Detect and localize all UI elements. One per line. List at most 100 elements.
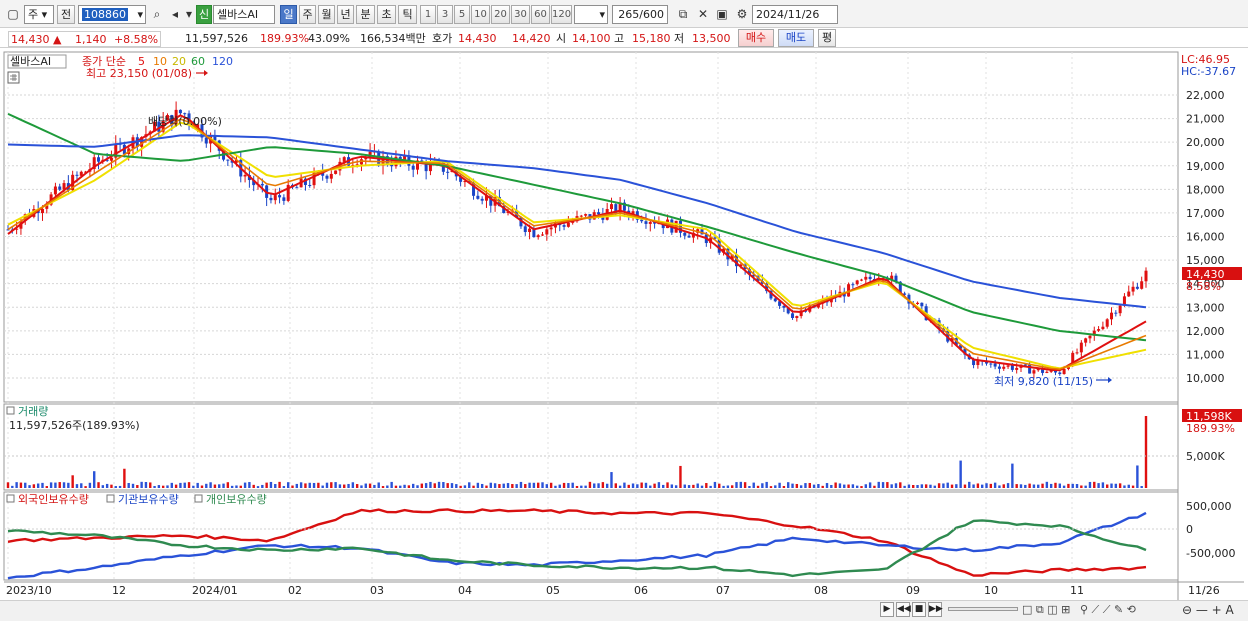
volume-bar — [1110, 483, 1113, 488]
volume-bar — [989, 483, 993, 488]
zoom-controls[interactable]: ⊖ — + A — [1182, 603, 1234, 617]
search-icon[interactable]: ⌕ — [148, 5, 166, 24]
tab-period-month[interactable]: 월 — [318, 5, 335, 24]
candle-body — [566, 222, 570, 227]
volume-bar — [1118, 483, 1122, 488]
x-axis-label: 10 — [984, 584, 998, 597]
volume-bar — [218, 484, 221, 488]
interval-custom-select[interactable]: ▾ — [574, 5, 608, 24]
interval-1[interactable]: 1 — [420, 5, 436, 24]
play-button[interactable]: ▶▶ — [928, 602, 943, 617]
volume-bar — [1075, 484, 1079, 488]
volume-bar — [649, 485, 652, 488]
candle-body — [1079, 342, 1083, 353]
volume-bar — [321, 485, 324, 488]
scroll-right-button[interactable]: ▶ — [880, 602, 894, 617]
volume-bar — [347, 483, 350, 488]
interval-60[interactable]: 60 — [531, 5, 550, 24]
volume-bar — [631, 483, 635, 488]
data-count-field[interactable]: 265/600 — [612, 5, 668, 24]
volume-bar — [399, 485, 402, 488]
candle-body — [282, 197, 286, 201]
volume-bar — [403, 484, 406, 488]
volume-bar — [855, 485, 859, 488]
candle-body — [58, 186, 62, 190]
interval-5[interactable]: 5 — [454, 5, 470, 24]
high-marker-label: 최고 23,150 (01/08) — [86, 67, 192, 80]
chart-window-icon[interactable]: ▢ — [4, 5, 22, 24]
drawing-tool-icons[interactable]: ⚲ ⟋ ⟋ ✎ ⟲ — [1080, 603, 1136, 617]
eval-button[interactable]: 평 — [818, 29, 836, 47]
volume-bar — [752, 482, 755, 488]
panel-grid-toggle-icon[interactable] — [7, 71, 20, 84]
volume-bar — [899, 482, 902, 488]
chart-type-icons[interactable]: □ ⧉ ◫ ⊞ — [1022, 603, 1070, 617]
price-change: 1,140 — [74, 33, 107, 46]
open-label: 시 — [556, 32, 567, 45]
candle-body — [308, 184, 312, 186]
tab-period-year[interactable]: 년 — [337, 5, 354, 24]
tab-period-week[interactable]: 주 — [299, 5, 316, 24]
interval-10[interactable]: 10 — [471, 5, 490, 24]
x-axis-label: 03 — [370, 584, 384, 597]
x-axis-label: 02 — [288, 584, 302, 597]
holdings-indiv-label: 개인보유수량 — [206, 493, 267, 506]
volume-bar — [343, 484, 346, 488]
volume-bar — [174, 484, 178, 488]
volume-bar — [791, 483, 794, 488]
interval-20[interactable]: 20 — [491, 5, 510, 24]
candle-body — [411, 165, 415, 170]
volume-bar — [709, 485, 712, 488]
period-unit-select[interactable]: 주 ▾ — [24, 5, 54, 24]
trade-amount: 166,534백만 — [360, 32, 426, 45]
volume-bar — [455, 484, 458, 488]
crosshair-icon[interactable]: ✕ — [694, 5, 712, 24]
volume-bar — [601, 482, 605, 488]
stock-chart[interactable]: 22,000 21,000 20,000 19,000 18,000 17,000 16,0… — [0, 48, 1248, 600]
candle-body — [683, 232, 687, 236]
zoom-out-button[interactable]: ◀◀ — [896, 602, 911, 617]
volume-bar — [821, 485, 824, 488]
interval-30[interactable]: 30 — [511, 5, 530, 24]
holdings-foreign-checkbox[interactable] — [6, 494, 15, 503]
volume-bar — [205, 483, 208, 488]
volume-bar — [88, 482, 92, 488]
volume-bar — [1006, 483, 1010, 488]
save-icon[interactable]: ▣ — [713, 5, 731, 24]
volume-bar — [933, 485, 936, 488]
stock-code-input[interactable]: 108860 ▾ — [78, 5, 146, 24]
volume-bar — [468, 482, 471, 488]
prev-button[interactable]: 전 — [57, 5, 75, 24]
tab-period-tick[interactable]: 틱 — [398, 5, 417, 24]
dropdown-arrow-icon[interactable]: ▾ — [137, 6, 143, 23]
tab-period-minute[interactable]: 분 — [356, 5, 375, 24]
interval-3[interactable]: 3 — [437, 5, 453, 24]
x-axis-label: 12 — [112, 584, 126, 597]
volume-bar — [256, 486, 260, 488]
candle-type-icon[interactable]: ⧉ — [674, 5, 692, 24]
sell-button[interactable]: 매도 — [778, 29, 814, 47]
volume-bar — [877, 481, 880, 488]
buy-button[interactable]: 매수 — [738, 29, 774, 47]
volume-panel-checkbox[interactable] — [6, 406, 15, 415]
stop-button[interactable]: ■ — [912, 602, 926, 617]
candle-body — [1127, 291, 1131, 297]
dividend-marker-label: 배당락(0.00%) — [148, 115, 222, 128]
holdings-indiv-checkbox[interactable] — [194, 494, 203, 503]
volume-bar — [183, 482, 186, 488]
gear-icon[interactable]: ⚙ — [733, 5, 751, 24]
chart-toolbar: ▢ 주 ▾ 전 108860 ▾ ⌕ ◂ ▾ 신 셀바스AI 일 주 월 년 분 … — [0, 0, 1248, 28]
volume-bar — [489, 482, 492, 488]
tab-period-second[interactable]: 초 — [377, 5, 396, 24]
zoom-slider[interactable] — [948, 607, 1018, 611]
holdings-inst-checkbox[interactable] — [106, 494, 115, 503]
volume-bar — [804, 483, 807, 488]
volume-bar — [584, 485, 587, 488]
candle-body — [97, 157, 101, 162]
tab-period-day[interactable]: 일 — [280, 5, 297, 24]
date-field[interactable]: 2024/11/26 — [752, 5, 838, 24]
interval-120[interactable]: 120 — [551, 5, 572, 24]
volume-bar — [24, 482, 27, 488]
price-change-pct: +8.58% — [113, 33, 159, 46]
candle-body — [1135, 286, 1139, 289]
